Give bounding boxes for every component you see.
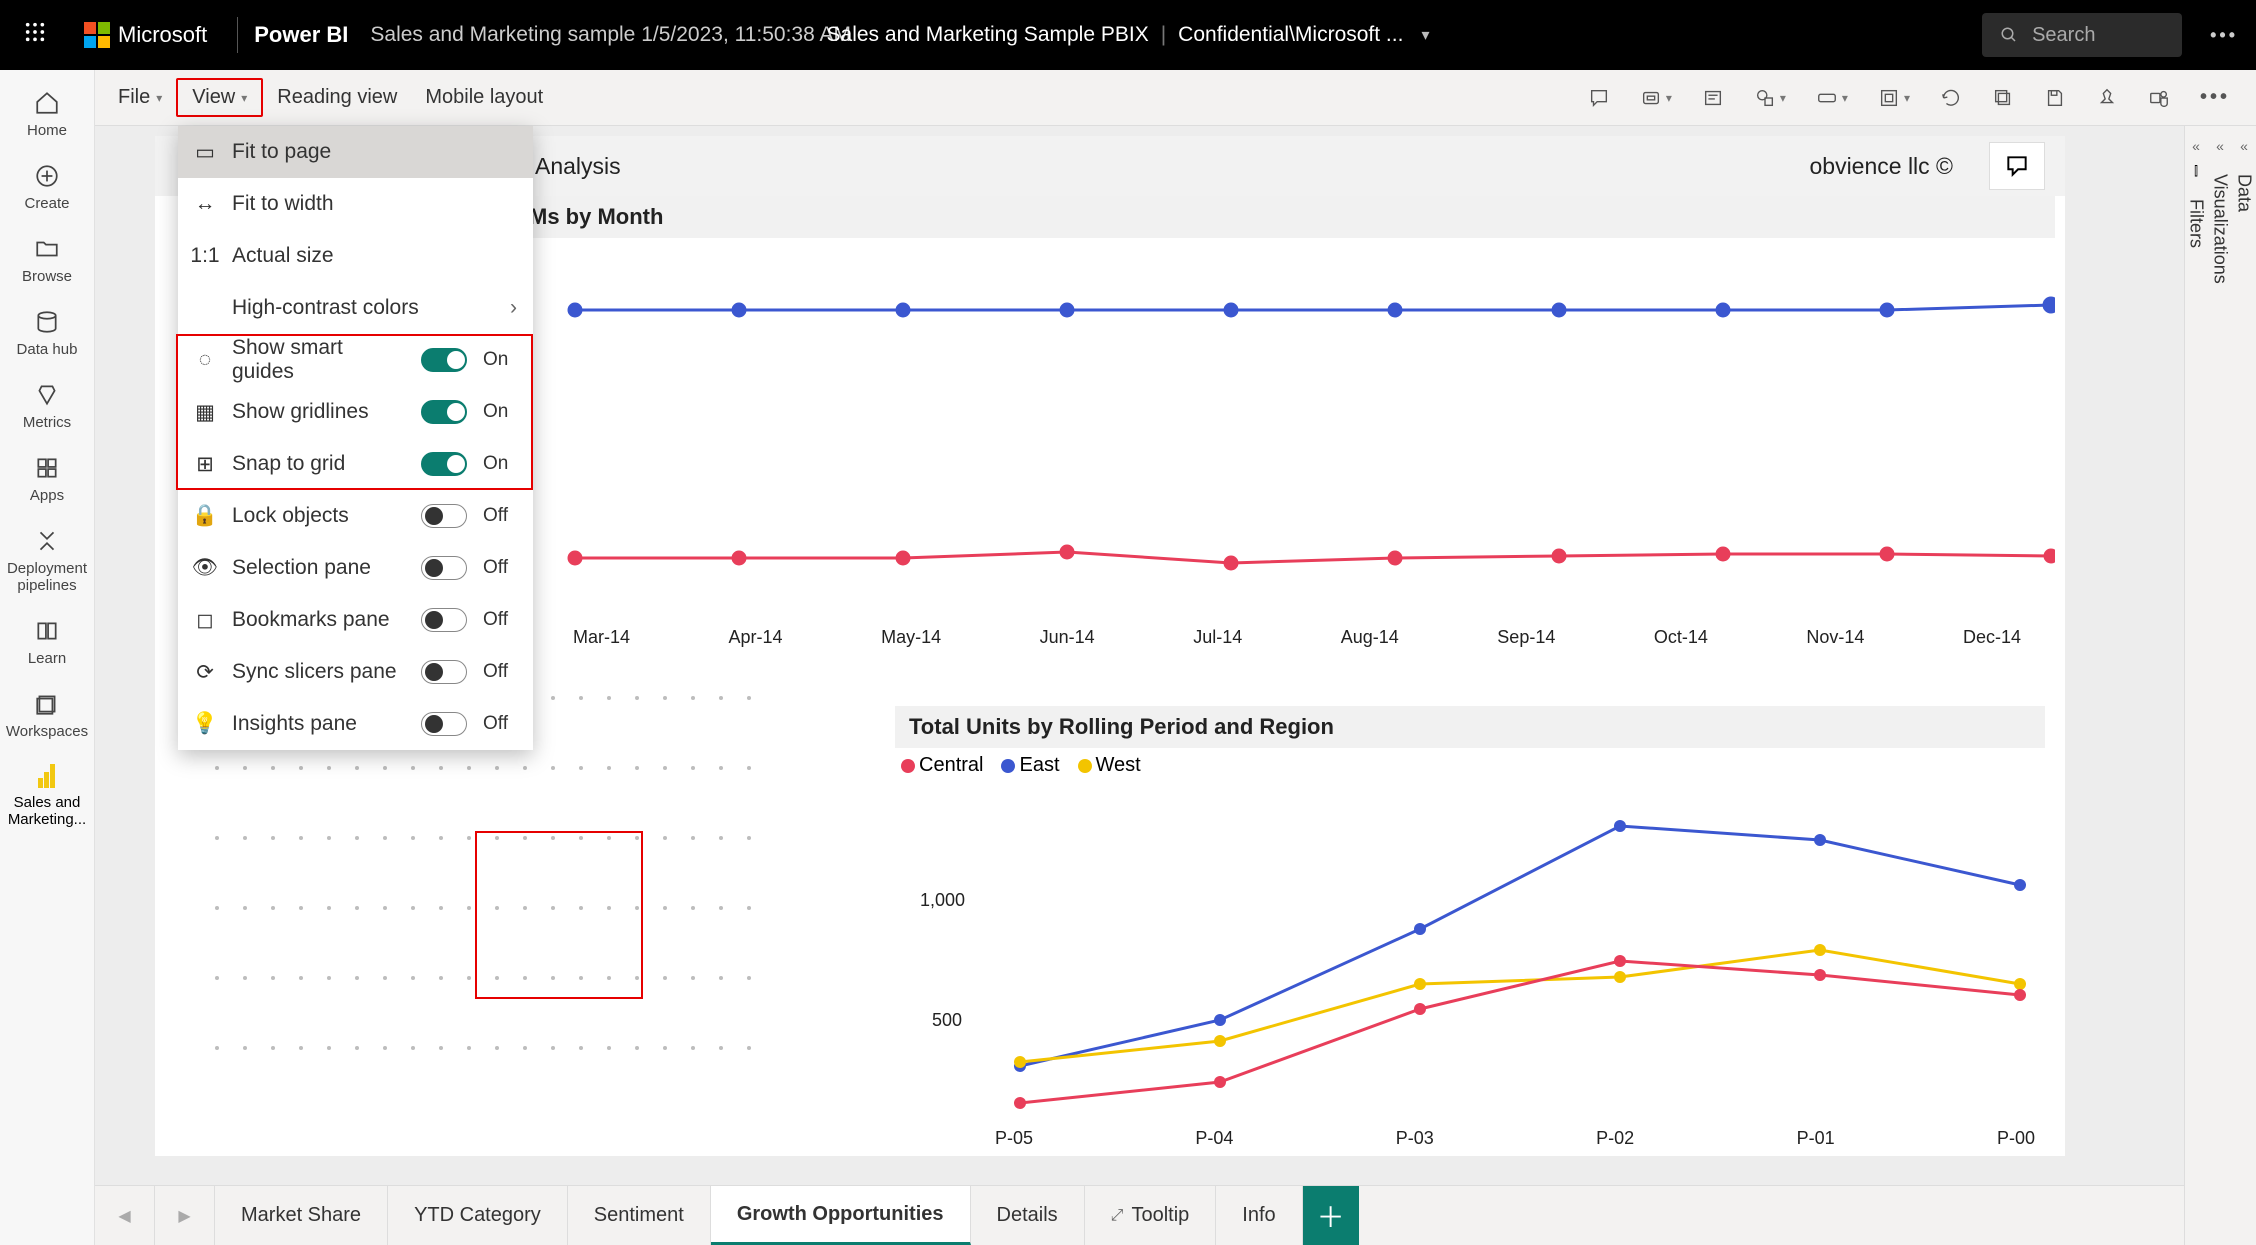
breadcrumb-file: Sales and Marketing Sample PBIX <box>827 23 1149 47</box>
svg-text:500: 500 <box>932 1010 962 1030</box>
view-bookmarks[interactable]: ◻Bookmarks paneOff <box>178 594 533 646</box>
toggle-insights[interactable] <box>421 712 467 736</box>
chart1-xaxis: Mar-14Apr-14May-14Jun-14Jul-14Aug-14Sep-… <box>515 623 2055 648</box>
nav-apps[interactable]: Apps <box>0 443 94 516</box>
chart2-legend: Central East West <box>895 748 2045 781</box>
view-smart-guides[interactable]: ◌Show smart guidesOn <box>178 334 533 386</box>
more-icon[interactable]: ••• <box>2210 25 2238 46</box>
toggle-snap-grid[interactable] <box>421 452 467 476</box>
nav-metrics[interactable]: Metrics <box>0 370 94 443</box>
chart2-plot: 1,000 500 <box>895 781 2045 1121</box>
chevron-down-icon[interactable]: ▾ <box>1421 25 1429 45</box>
view-insights[interactable]: 💡Insights paneOff <box>178 698 533 750</box>
pane-filters[interactable]: «⫿Filters <box>2184 126 2208 1245</box>
brand-label: Microsoft <box>118 22 207 48</box>
view-high-contrast[interactable]: High-contrast colors› <box>178 282 533 334</box>
shapes-icon[interactable]: ▾ <box>1754 87 1786 109</box>
view-sync[interactable]: ⟳Sync slicers paneOff <box>178 646 533 698</box>
refresh-icon[interactable] <box>1940 87 1962 109</box>
chart1-plot <box>515 238 2055 618</box>
toggle-gridlines[interactable] <box>421 400 467 424</box>
pane-visualizations[interactable]: «Visualizations <box>2208 126 2232 1245</box>
visual-icon[interactable]: ▾ <box>1878 87 1910 109</box>
comment-visual-icon[interactable] <box>1989 142 2045 190</box>
nav-datahub[interactable]: Data hub <box>0 297 94 370</box>
nav-home[interactable]: Home <box>0 78 94 151</box>
toggle-bookmarks[interactable] <box>421 608 467 632</box>
tab-market-share[interactable]: Market Share <box>215 1186 388 1245</box>
pane-data[interactable]: «Data <box>2232 126 2256 1245</box>
chart-total-units[interactable]: Total Units by Rolling Period and Region… <box>895 706 2045 1146</box>
tab-next-icon[interactable]: ▶ <box>155 1186 215 1245</box>
tab-info[interactable]: Info <box>1216 1186 1302 1245</box>
toggle-sync[interactable] <box>421 660 467 684</box>
nav-workspaces[interactable]: Workspaces <box>0 679 94 752</box>
view-selection[interactable]: 👁Selection paneOff <box>178 542 533 594</box>
menu-reading-view[interactable]: Reading view <box>263 80 411 115</box>
chevron-right-icon: › <box>510 296 517 320</box>
toggle-smart-guides[interactable] <box>421 348 467 372</box>
nav-create[interactable]: Create <box>0 151 94 224</box>
nav-pipelines[interactable]: Deployment pipelines <box>0 516 94 606</box>
page-title-fragment: Analysis <box>535 153 621 180</box>
toggle-lock[interactable] <box>421 504 467 528</box>
teams-icon[interactable] <box>2148 87 2170 109</box>
view-fit-to-width[interactable]: ↔Fit to width <box>178 178 533 230</box>
selection-rectangle[interactable] <box>475 831 643 999</box>
view-gridlines[interactable]: ▦Show gridlinesOn <box>178 386 533 438</box>
ribbon: File▾ View▾ Reading view Mobile layout ▾… <box>0 70 2256 126</box>
search-placeholder: Search <box>2032 24 2095 47</box>
tab-tooltip[interactable]: ⤢Tooltip <box>1085 1186 1217 1245</box>
left-nav: Home Create Browse Data hub Metrics Apps… <box>0 70 95 1245</box>
tab-ytd-category[interactable]: YTD Category <box>388 1186 568 1245</box>
chart1-title: Ms by Month <box>515 196 2055 238</box>
menu-view[interactable]: View▾ <box>176 78 263 117</box>
chart-ms-by-month[interactable]: Ms by Month Mar-14Apr-14May-14Jun-14Jul-… <box>515 196 2055 646</box>
view-actual-size[interactable]: 1:1Actual size <box>178 230 533 282</box>
microsoft-logo: Microsoft <box>70 22 221 48</box>
chart2-xaxis: P-05P-04P-03P-02P-01P-00 <box>895 1126 2045 1149</box>
app-name[interactable]: Power BI <box>254 22 370 48</box>
tab-add-button[interactable]: ＋ <box>1303 1186 1359 1245</box>
search-icon <box>2000 26 2018 44</box>
ribbon-more-icon[interactable]: ••• <box>2200 86 2230 109</box>
nav-browse[interactable]: Browse <box>0 224 94 297</box>
textbox-icon[interactable] <box>1702 87 1724 109</box>
persist-icon[interactable]: ▾ <box>1640 87 1672 109</box>
toggle-selection[interactable] <box>421 556 467 580</box>
tab-growth-opportunities[interactable]: Growth Opportunities <box>711 1186 971 1245</box>
page-tabs: ◀ ▶ Market ShareYTD CategorySentimentGro… <box>95 1185 2184 1245</box>
menu-mobile-layout[interactable]: Mobile layout <box>411 80 557 115</box>
global-header: Microsoft Power BI Sales and Marketing s… <box>0 0 2256 70</box>
buttons-icon[interactable]: ▾ <box>1816 87 1848 109</box>
document-title: Sales and Marketing sample 1/5/2023, 11:… <box>370 23 851 47</box>
tab-details[interactable]: Details <box>971 1186 1085 1245</box>
nav-current-workspace[interactable]: Sales and Marketing... <box>0 752 94 840</box>
view-lock[interactable]: 🔒Lock objectsOff <box>178 490 533 542</box>
app-launcher-icon[interactable] <box>0 21 70 49</box>
svg-text:1,000: 1,000 <box>920 890 965 910</box>
breadcrumb-sensitivity: Confidential\Microsoft ... <box>1178 23 1403 47</box>
view-menu-dropdown: ▭Fit to page ↔Fit to width 1:1Actual siz… <box>178 126 533 750</box>
chart2-title: Total Units by Rolling Period and Region <box>895 706 2045 748</box>
right-panes: «⫿Filters «Visualizations «Data <box>2184 126 2256 1245</box>
pin-icon[interactable] <box>2096 87 2118 109</box>
save-icon[interactable] <box>2044 87 2066 109</box>
breadcrumb[interactable]: Sales and Marketing Sample PBIX | Confid… <box>827 23 1430 47</box>
view-fit-to-page[interactable]: ▭Fit to page <box>178 126 533 178</box>
view-snap-grid[interactable]: ⊞Snap to gridOn <box>178 438 533 490</box>
duplicate-icon[interactable] <box>1992 87 2014 109</box>
tab-sentiment[interactable]: Sentiment <box>568 1186 711 1245</box>
ribbon-actions: ▾ ▾ ▾ ▾ ••• <box>1588 86 2230 109</box>
menu-file[interactable]: File▾ <box>104 80 176 115</box>
attribution-text: obvience llc © <box>1809 153 1953 180</box>
tab-prev-icon[interactable]: ◀ <box>95 1186 155 1245</box>
nav-learn[interactable]: Learn <box>0 606 94 679</box>
search-input[interactable]: Search <box>1982 13 2182 57</box>
comments-icon[interactable] <box>1588 87 1610 109</box>
